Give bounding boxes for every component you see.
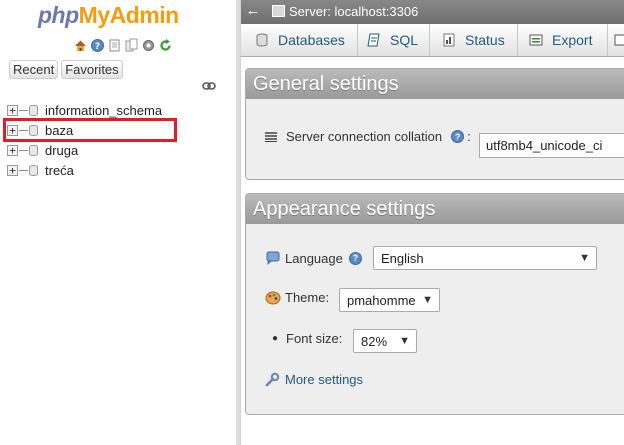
logo-text-php: php	[38, 2, 79, 28]
language-icon	[265, 250, 281, 266]
server-icon	[272, 5, 285, 17]
theme-value: pmahomme	[347, 292, 416, 308]
more-settings-link[interactable]: More settings	[285, 372, 363, 387]
general-settings-panel: General settings Server connection colla…	[245, 68, 624, 180]
nav-icon-bar: ?	[73, 38, 173, 53]
theme-row: Theme:	[265, 290, 329, 305]
db-name[interactable]: information_schema	[45, 103, 162, 118]
collation-select[interactable]: utf8mb4_unicode_ci	[479, 133, 624, 158]
tree-connector	[19, 109, 28, 111]
favorites-tab[interactable]: Favorites	[61, 60, 123, 79]
theme-label: Theme:	[285, 290, 330, 305]
chevron-down-icon: ▼	[399, 335, 410, 347]
colon: :	[467, 129, 471, 144]
font-size-value: 82%	[361, 333, 388, 349]
main-tab-bar: Databases SQL Status Export	[241, 24, 624, 57]
expand-icon[interactable]: +	[7, 104, 18, 116]
database-icon	[29, 144, 38, 156]
database-icon	[255, 33, 269, 47]
collapse-arrow-icon[interactable]: ←	[244, 0, 262, 24]
copy-icon[interactable]	[124, 38, 139, 53]
chevron-down-icon: ▼	[422, 294, 433, 306]
db-item-druga[interactable]: + druga	[7, 140, 162, 160]
tab-label: Status	[465, 32, 505, 48]
font-size-select[interactable]: 82% ▼	[353, 329, 417, 353]
home-icon[interactable]	[73, 38, 88, 53]
import-icon	[614, 33, 624, 47]
server-breadcrumb-bar: ← Server: localhost:3306	[241, 0, 624, 24]
language-value: English	[381, 250, 424, 266]
tab-label: Databases	[278, 32, 345, 48]
export-icon	[529, 33, 543, 47]
tab-label: SQL	[390, 32, 419, 48]
logo-text-myadmin: MyAdmin	[78, 2, 180, 28]
tab-status[interactable]: Status	[430, 24, 518, 56]
chevron-down-icon: ▼	[579, 252, 590, 264]
help-icon[interactable]: ?	[348, 251, 362, 265]
db-item-information-schema[interactable]: + information_schema	[7, 100, 162, 120]
server-breadcrumb[interactable]: Server: localhost:3306	[289, 4, 418, 19]
theme-icon	[265, 291, 281, 305]
collation-label: Server connection collation	[286, 129, 443, 144]
nav-tabs: Recent Favorites	[9, 60, 123, 79]
tab-databases[interactable]: Databases	[241, 24, 358, 56]
docs-icon[interactable]	[107, 38, 122, 53]
expand-icon[interactable]: +	[7, 144, 18, 156]
tab-import[interactable]	[608, 24, 624, 56]
general-settings-title: General settings	[246, 69, 624, 99]
sql-icon	[367, 33, 381, 47]
tree-connector	[19, 149, 28, 151]
collation-row: Server connection collation ? :	[265, 129, 471, 144]
language-select[interactable]: English ▼	[373, 246, 597, 270]
theme-select[interactable]: pmahomme ▼	[339, 288, 440, 312]
bullet-icon: ●	[272, 333, 279, 344]
database-icon	[29, 104, 38, 116]
main-content: General settings Server connection colla…	[241, 57, 624, 445]
highlight-annotation	[3, 118, 177, 142]
tab-sql[interactable]: SQL	[358, 24, 430, 56]
expand-icon[interactable]: +	[7, 164, 18, 176]
font-size-row: ● Font size:	[272, 331, 342, 346]
navigation-panel: phpMyAdmin ? Recent Favorites + informat…	[0, 0, 236, 445]
db-name[interactable]: treća	[45, 163, 74, 178]
wrench-icon	[265, 372, 281, 387]
recent-tab[interactable]: Recent	[9, 60, 59, 79]
link-icon[interactable]	[202, 80, 216, 94]
font-size-label: Font size:	[286, 331, 343, 346]
tab-label: Export	[552, 32, 593, 48]
tree-connector	[19, 169, 28, 171]
help-icon[interactable]: ?	[451, 130, 465, 143]
db-name[interactable]: druga	[45, 143, 78, 158]
more-settings-row: More settings	[265, 372, 363, 387]
appearance-settings-panel: Appearance settings Language ? English ▼…	[245, 193, 624, 415]
db-item-treca[interactable]: + treća	[7, 160, 162, 180]
language-label: Language	[285, 250, 343, 266]
status-icon	[442, 33, 456, 47]
settings-icon[interactable]	[141, 38, 156, 53]
database-icon	[29, 164, 38, 176]
appearance-settings-title: Appearance settings	[246, 194, 624, 224]
help-icon[interactable]: ?	[90, 38, 105, 53]
reload-icon[interactable]	[158, 38, 173, 53]
svg-text:?: ?	[95, 42, 100, 52]
language-row: Language ?	[265, 250, 362, 266]
collation-icon	[265, 131, 279, 142]
phpmyadmin-logo[interactable]: phpMyAdmin	[38, 2, 179, 29]
tab-export[interactable]: Export	[518, 24, 608, 56]
